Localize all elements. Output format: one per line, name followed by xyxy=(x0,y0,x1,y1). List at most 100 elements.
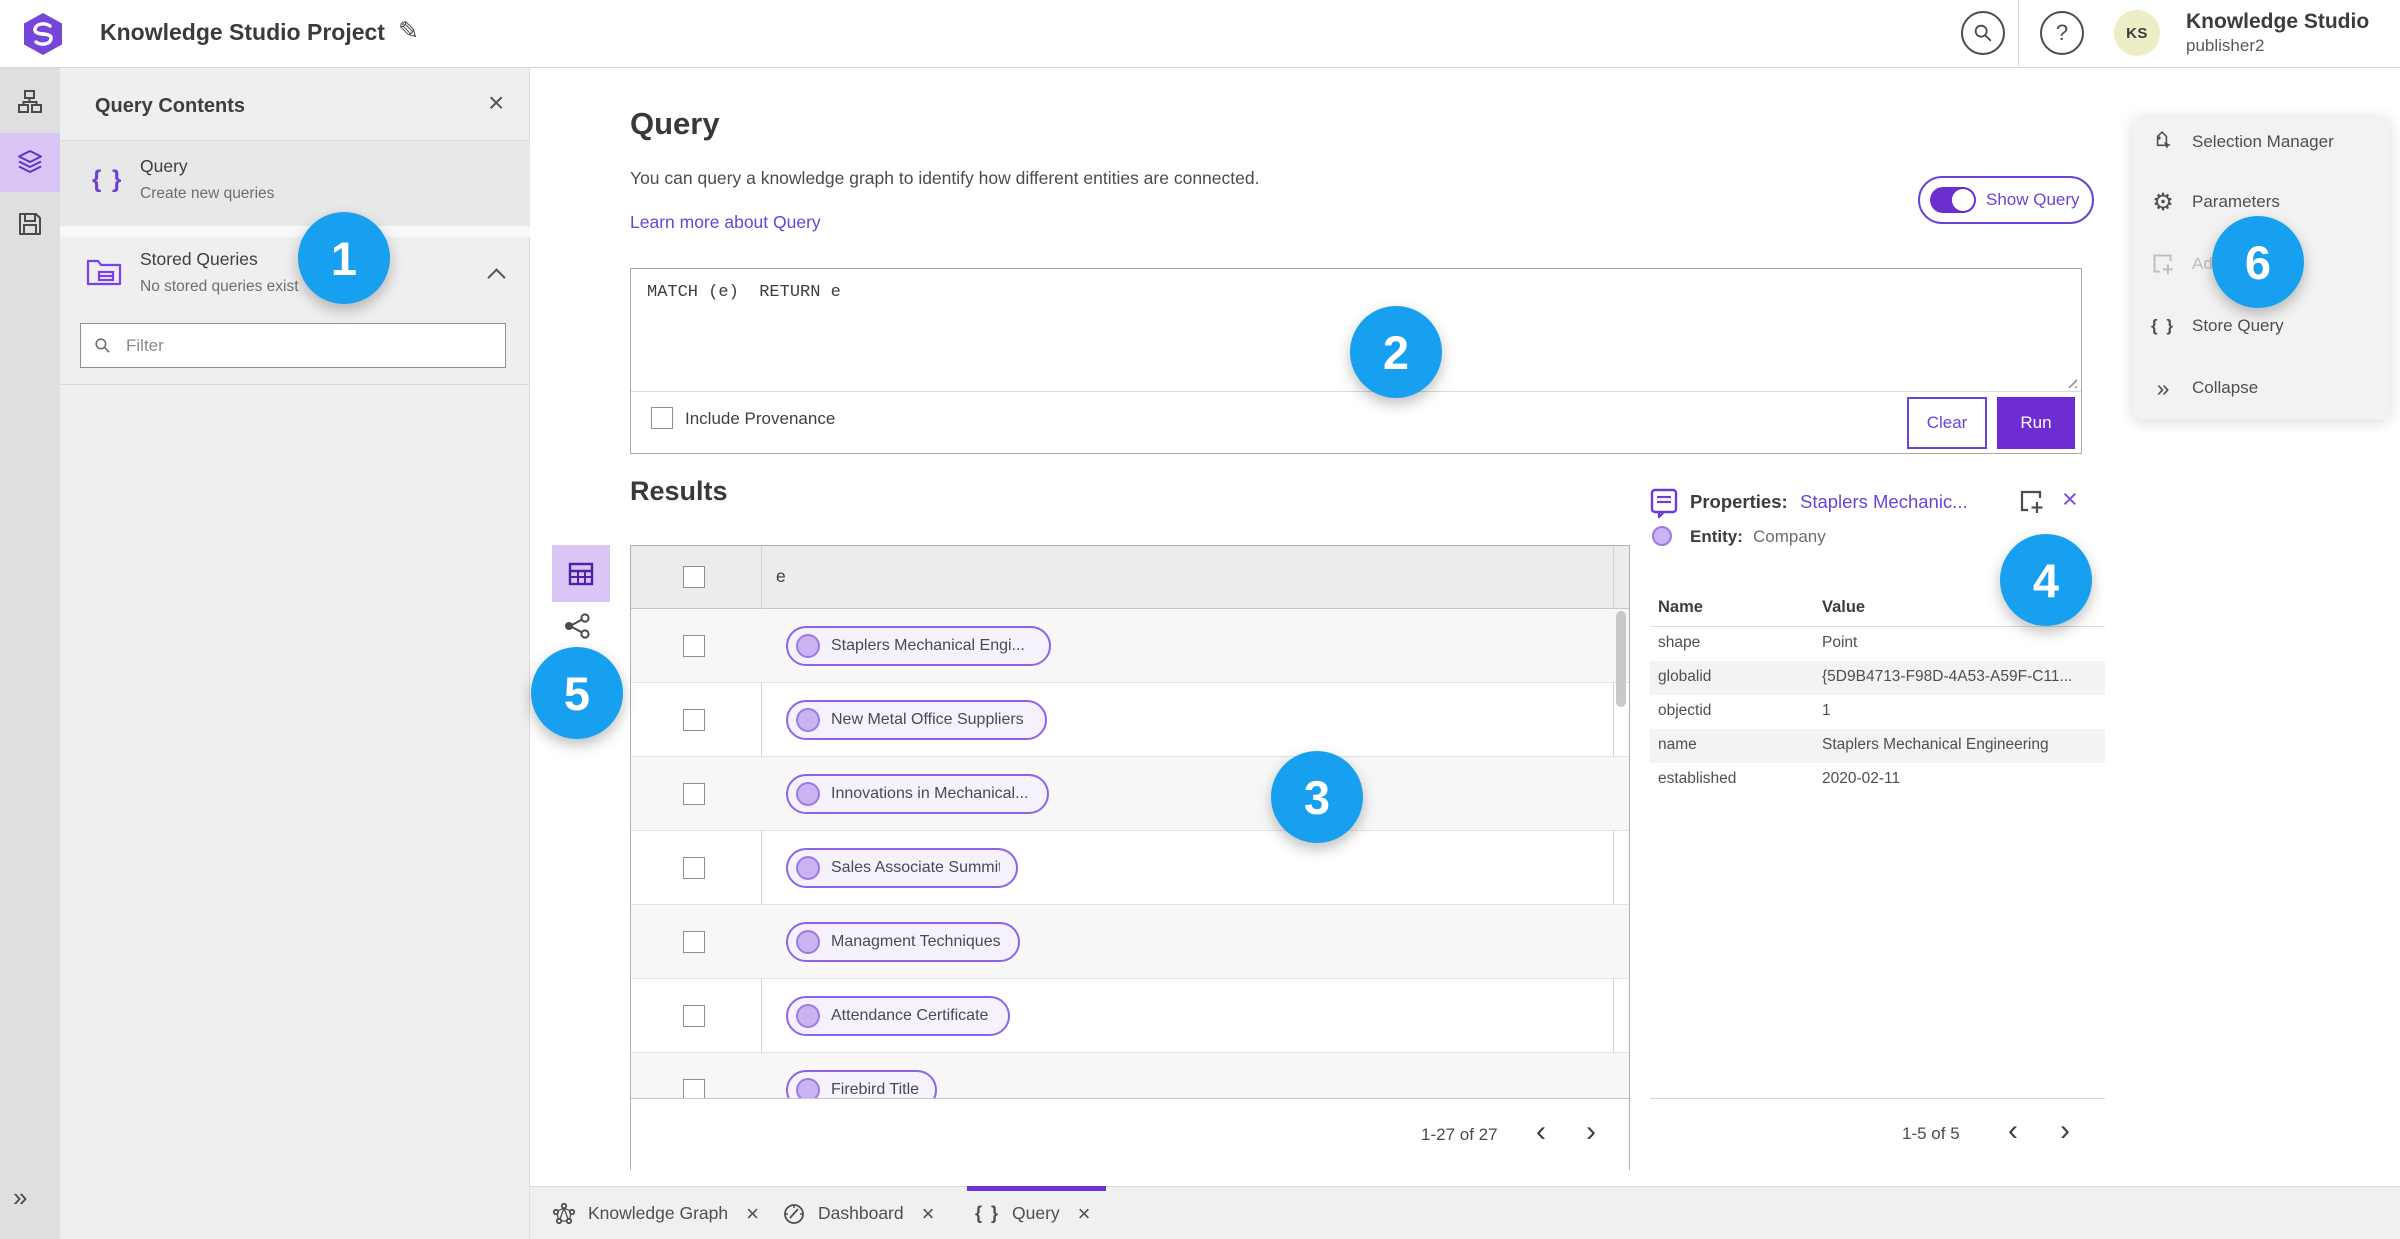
toggle-switch[interactable] xyxy=(1930,187,1976,213)
tab-dashboard[interactable]: Dashboard × xyxy=(782,1187,934,1239)
prev-page-icon[interactable]: ‹ xyxy=(1536,1117,1546,1147)
property-name: objectid xyxy=(1658,702,1712,719)
row-checkbox[interactable] xyxy=(683,931,705,953)
table-view-button[interactable] xyxy=(552,545,610,602)
selection-manager-icon xyxy=(2150,130,2176,154)
help-button[interactable]: ? xyxy=(2040,11,2084,55)
property-row[interactable]: shape Point xyxy=(1650,627,2105,661)
braces-icon: { } xyxy=(92,166,124,193)
menu-item-parameters[interactable]: ⚙ Parameters xyxy=(2150,186,2380,218)
entity-chip-label: New Metal Office Suppliers xyxy=(831,711,1024,728)
tab-close-icon[interactable]: × xyxy=(746,1201,759,1227)
braces-icon: { } xyxy=(2151,316,2175,335)
table-row[interactable]: Innovations in Mechanical... xyxy=(631,757,1629,831)
properties-entity-link[interactable]: Staplers Mechanic... xyxy=(1800,491,1968,513)
row-checkbox[interactable] xyxy=(683,1005,705,1027)
hierarchy-icon[interactable] xyxy=(17,89,43,115)
select-all-checkbox[interactable] xyxy=(683,566,705,588)
query-description: You can query a knowledge graph to ident… xyxy=(630,168,1260,188)
table-row[interactable]: Firebird Title xyxy=(631,1053,1629,1098)
tab-knowledge-graph[interactable]: Knowledge Graph × xyxy=(552,1187,759,1239)
entity-chip[interactable]: Managment Techniques xyxy=(786,922,1020,962)
expand-panel-icon[interactable]: » xyxy=(13,1182,27,1213)
link-chart-view-icon[interactable] xyxy=(562,612,592,640)
collapse-section-icon[interactable] xyxy=(487,268,506,287)
stored-queries-icon xyxy=(86,259,122,286)
row-checkbox[interactable] xyxy=(683,635,705,657)
entity-chip-label: Staplers Mechanical Engi... xyxy=(831,637,1025,654)
tab-label: Dashboard xyxy=(818,1203,904,1223)
properties-label: Properties: xyxy=(1690,491,1788,512)
property-row[interactable]: name Staplers Mechanical Engineering xyxy=(1650,729,2105,763)
save-icon[interactable] xyxy=(17,211,43,237)
table-row[interactable]: Managment Techniques xyxy=(631,905,1629,979)
clear-button[interactable]: Clear xyxy=(1907,397,1987,449)
entity-chip[interactable]: Sales Associate Summit xyxy=(786,848,1018,888)
properties-icon xyxy=(1650,488,1678,518)
table-scrollbar[interactable] xyxy=(1616,611,1626,707)
avatar[interactable]: KS xyxy=(2114,10,2160,56)
menu-item-label: Collapse xyxy=(2192,378,2259,397)
entity-label: Entity: xyxy=(1690,527,1743,546)
filter-field[interactable] xyxy=(80,323,506,368)
add-to-selection-icon[interactable] xyxy=(2018,488,2045,515)
tab-close-icon[interactable]: × xyxy=(922,1201,935,1227)
entity-chip[interactable]: Innovations in Mechanical... xyxy=(786,774,1049,814)
menu-item-selection-manager[interactable]: Selection Manager xyxy=(2150,126,2380,158)
row-checkbox[interactable] xyxy=(683,1079,705,1098)
menu-item-label: Store Query xyxy=(2192,316,2284,335)
tab-label: Knowledge Graph xyxy=(588,1203,729,1223)
search-button[interactable] xyxy=(1961,11,2005,55)
entity-dot-icon xyxy=(796,1004,820,1028)
table-row[interactable]: New Metal Office Suppliers xyxy=(631,683,1629,757)
show-query-toggle[interactable]: Show Query xyxy=(1918,176,2094,224)
panel-close-icon[interactable]: × xyxy=(488,89,504,117)
property-row[interactable]: objectid 1 xyxy=(1650,695,2105,729)
help-icon: ? xyxy=(2055,20,2069,45)
menu-item-collapse[interactable]: » Collapse xyxy=(2150,372,2380,404)
properties-close-icon[interactable]: × xyxy=(2062,484,2078,515)
annotation-badge-2: 2 xyxy=(1350,306,1442,398)
next-page-icon[interactable]: › xyxy=(2060,1116,2070,1146)
property-value: Point xyxy=(1822,634,1858,651)
sidebar-item-stored-queries[interactable]: Stored Queries No stored queries exist xyxy=(60,237,530,323)
filter-input[interactable] xyxy=(124,334,493,357)
layers-icon[interactable] xyxy=(17,149,43,175)
show-query-label: Show Query xyxy=(1986,190,2080,209)
annotation-badge-3: 3 xyxy=(1271,751,1363,843)
query-text-input[interactable]: MATCH (e) RETURN e xyxy=(647,283,841,302)
menu-item-store-query[interactable]: { } Store Query xyxy=(2150,310,2380,342)
edit-title-icon[interactable]: ✎ xyxy=(398,16,424,45)
row-checkbox[interactable] xyxy=(683,783,705,805)
next-page-icon[interactable]: › xyxy=(1586,1117,1596,1147)
tab-close-icon[interactable]: × xyxy=(1078,1201,1091,1227)
entity-type-value: Company xyxy=(1753,527,1826,546)
table-row[interactable]: Sales Associate Summit xyxy=(631,831,1629,905)
include-provenance-checkbox[interactable] xyxy=(651,407,673,429)
divider xyxy=(60,384,530,385)
entity-chip[interactable]: Attendance Certificate xyxy=(786,996,1010,1036)
menu-item-label: Parameters xyxy=(2192,192,2280,211)
sidebar-item-query[interactable]: { } Query Create new queries xyxy=(60,141,530,226)
page-title: Query xyxy=(630,106,720,141)
entity-chip-label: Firebird Title xyxy=(831,1081,919,1098)
entity-chip[interactable]: New Metal Office Suppliers xyxy=(786,700,1047,740)
property-row[interactable]: globalid {5D9B4713-F98D-4A53-A59F-C11... xyxy=(1650,661,2105,695)
property-value: {5D9B4713-F98D-4A53-A59F-C11... xyxy=(1822,668,2073,685)
tab-query[interactable]: { } Query × xyxy=(975,1187,1091,1239)
row-checkbox[interactable] xyxy=(683,857,705,879)
topbar-divider xyxy=(2018,0,2019,66)
entity-chip[interactable]: Staplers Mechanical Engi... xyxy=(786,626,1051,666)
table-row[interactable]: Attendance Certificate xyxy=(631,979,1629,1053)
row-checkbox[interactable] xyxy=(683,709,705,731)
table-row[interactable]: Staplers Mechanical Engi... xyxy=(631,609,1629,683)
resize-handle[interactable] xyxy=(2064,375,2077,388)
run-button[interactable]: Run xyxy=(1997,397,2075,449)
property-value: 2020-02-11 xyxy=(1822,770,1901,787)
prev-page-icon[interactable]: ‹ xyxy=(2008,1116,2018,1146)
results-title: Results xyxy=(630,476,728,506)
learn-more-link[interactable]: Learn more about Query xyxy=(630,212,821,233)
item-subtitle: Create new queries xyxy=(140,185,275,202)
property-row[interactable]: established 2020-02-11 xyxy=(1650,763,2105,797)
entity-chip[interactable]: Firebird Title xyxy=(786,1070,937,1098)
